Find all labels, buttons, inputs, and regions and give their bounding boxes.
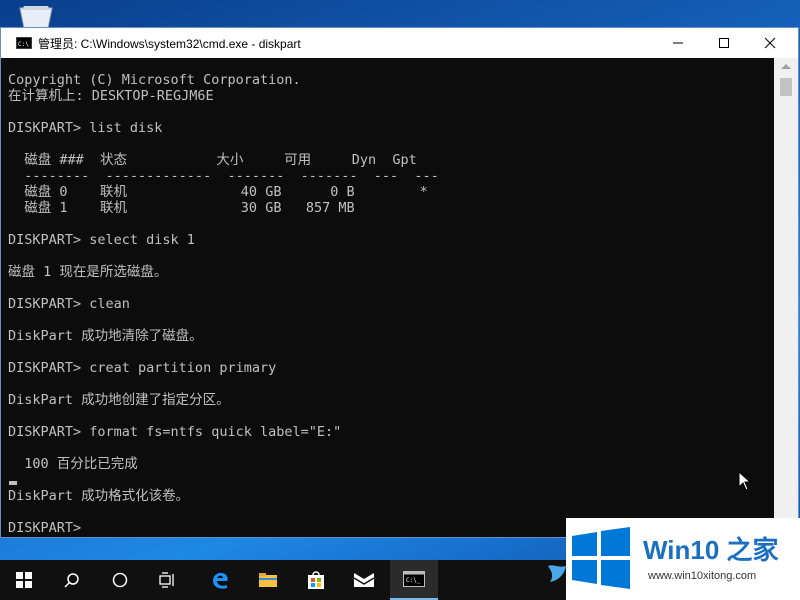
console-line: Copyright (C) Microsoft Corporation. [8,72,301,88]
file-explorer-button[interactable] [244,560,292,600]
console-line: DISKPART> list disk [8,120,163,136]
mouse-pointer-icon [738,471,752,491]
minimize-button[interactable] [655,28,701,58]
scroll-up-icon[interactable] [781,64,791,69]
console-line: DISKPART> select disk 1 [8,232,195,248]
console-output[interactable]: Copyright (C) Microsoft Corporation. 在计算机… [1,58,775,538]
console-line: DISKPART> [8,520,90,536]
maximize-icon [719,38,729,48]
watermark: Win10 之家 www.win10xitong.com [566,518,800,600]
file-explorer-icon [259,573,277,587]
cmd-taskbar-button[interactable]: C:\_ [390,560,438,600]
cmd-app-icon: C:\ [16,37,32,49]
windows-logo-icon [572,527,630,589]
svg-text:C:\_: C:\_ [406,577,421,584]
console-line: DISKPART> clean [8,296,130,312]
vertical-scrollbar[interactable] [774,58,798,538]
watermark-brand: Win10 之家 [643,535,779,565]
task-view-button[interactable] [144,560,192,600]
edge-button[interactable] [196,560,244,600]
title-bar[interactable]: C:\ 管理员: C:\Windows\system32\cmd.exe - d… [1,28,798,58]
scrollbar-thumb[interactable] [780,78,792,96]
store-button[interactable] [292,560,340,600]
maximize-button[interactable] [701,28,747,58]
watermark-url: www.win10xitong.com [648,570,757,582]
start-button[interactable] [0,560,48,600]
search-icon [64,573,79,588]
close-icon [764,37,776,49]
task-view-icon [159,572,174,588]
close-button[interactable] [747,28,793,58]
start-icon [16,572,32,588]
console-line: DISKPART> creat partition primary [8,360,277,376]
console-line: 磁盘 0 联机 40 GB 0 B * [8,184,428,200]
console-line: -------- ------------- ------- ------- -… [8,168,439,184]
console-line: 磁盘 1 联机 30 GB 857 MB [8,200,355,216]
console-line: DiskPart 成功格式化该卷。 [8,488,190,504]
console-line: 磁盘 1 现在是所选磁盘。 [8,264,168,280]
progress-cursor [9,481,17,485]
cmd-icon: C:\_ [403,571,425,587]
console-line: 在计算机上: DESKTOP-REGJM6E [8,88,214,104]
console-line: DiskPart 成功地清除了磁盘。 [8,328,203,344]
mail-button[interactable] [340,560,388,600]
minimize-icon [673,42,683,44]
tray-bird-icon[interactable] [546,560,568,592]
edge-icon [213,572,228,589]
cmd-window[interactable]: C:\ 管理员: C:\Windows\system32\cmd.exe - d… [0,27,799,565]
cortana-button[interactable] [96,560,144,600]
console-line: DISKPART> format fs=ntfs quick label="E:… [8,424,342,440]
window-title: 管理员: C:\Windows\system32\cmd.exe - diskp… [38,36,301,51]
console-line: DiskPart 成功地创建了指定分区。 [8,392,230,408]
svg-text:C:\: C:\ [18,41,29,48]
console-line: 磁盘 ### 状态 大小 可用 Dyn Gpt [8,152,417,168]
store-icon [308,571,324,589]
console-line: 100 百分比已完成 [8,456,138,472]
cortana-icon [112,572,128,588]
mail-icon [353,573,375,587]
search-button[interactable] [48,560,96,600]
